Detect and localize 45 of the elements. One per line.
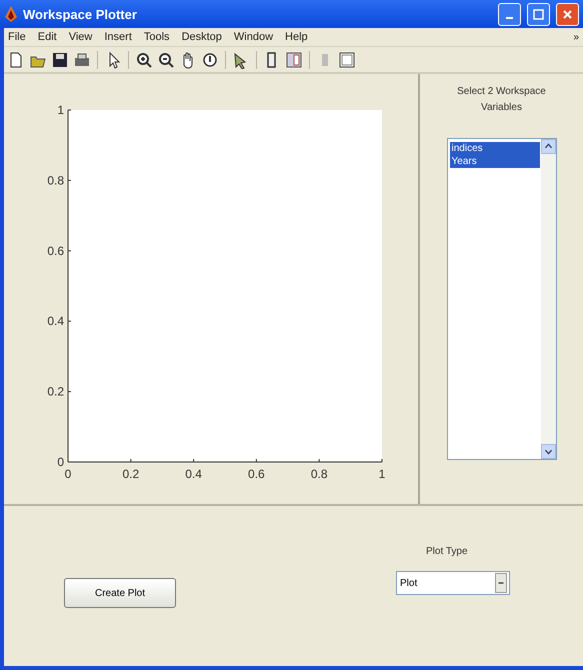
tick-label: 1 [57, 103, 64, 117]
tick-label: 0.4 [47, 314, 64, 328]
plot-type-label: Plot Type [426, 546, 468, 557]
scroll-up-icon[interactable] [540, 139, 556, 154]
close-icon [562, 8, 573, 20]
print-icon[interactable] [73, 50, 91, 68]
close-button[interactable] [556, 2, 579, 26]
minimize-icon [506, 16, 513, 18]
variables-listbox[interactable]: indices Years [446, 138, 556, 460]
minimize-button[interactable] [498, 2, 521, 26]
tick-label: 0.8 [310, 467, 328, 481]
tick-label: 0.2 [47, 384, 64, 399]
tick-label: 0 [64, 467, 72, 481]
plot-type-dropdown[interactable]: Plot [396, 571, 510, 595]
maximize-icon [533, 8, 544, 20]
tick-label: 0.6 [248, 467, 265, 481]
window-title: Workspace Plotter [23, 6, 138, 22]
menu-item[interactable]: File [8, 31, 26, 43]
panel-title: Variables [481, 101, 522, 115]
zoom-in-icon[interactable] [135, 50, 153, 68]
tick-label: 0.8 [47, 173, 64, 188]
tick-label: 0.4 [185, 467, 202, 481]
tick-label: 0.2 [122, 467, 140, 481]
app-icon [4, 5, 18, 23]
tick-label: 0.6 [47, 244, 64, 258]
tick-label: 1 [378, 467, 386, 481]
panel-title: Select 2 Workspace [457, 85, 546, 99]
menu-item[interactable]: Window [234, 31, 274, 43]
zoom-out-icon[interactable] [157, 50, 175, 68]
list-item[interactable]: Years [450, 155, 540, 168]
create-plot-button[interactable]: Create Plot [64, 578, 176, 608]
menu-item[interactable]: Edit [38, 31, 57, 43]
scrollbar[interactable] [540, 139, 556, 459]
menu-item[interactable]: Help [285, 31, 308, 43]
save-icon[interactable] [51, 50, 69, 68]
tick-label: 0 [57, 455, 64, 469]
menu-item[interactable]: View [68, 31, 92, 43]
menu-item[interactable]: Insert [104, 31, 132, 43]
list-item[interactable]: indices [450, 142, 540, 155]
menu-item[interactable]: Tools [144, 31, 170, 43]
maximize-button[interactable] [527, 2, 550, 26]
menu-item[interactable]: Desktop [182, 31, 222, 43]
menu-overflow[interactable]: » [573, 32, 579, 42]
scroll-down-icon[interactable] [540, 444, 556, 459]
legend-icon[interactable] [285, 50, 303, 68]
